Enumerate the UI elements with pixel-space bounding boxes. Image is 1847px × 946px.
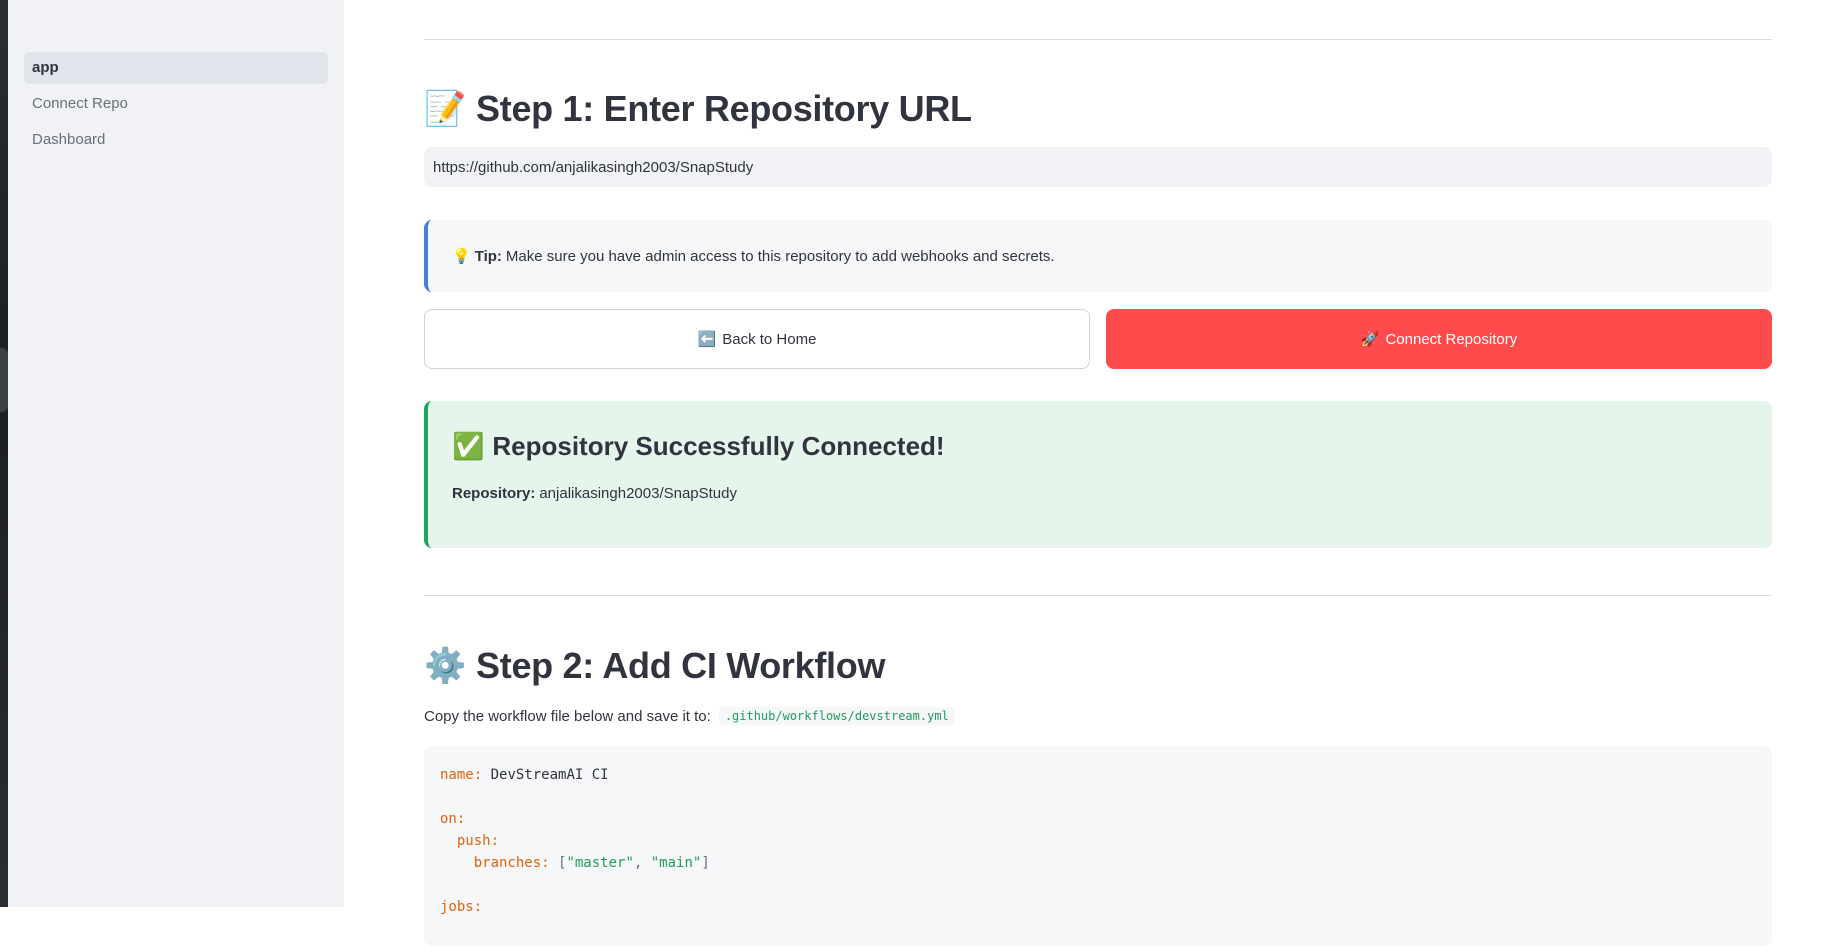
code-key: push: xyxy=(456,833,500,849)
divider xyxy=(424,39,1772,40)
code-line: branches: ["master", "main"] xyxy=(440,852,710,874)
connect-repository-label: Connect Repository xyxy=(1385,330,1518,348)
sidebar-item-dashboard[interactable]: Dashboard xyxy=(24,124,328,156)
success-title-text: Repository Successfully Connected! xyxy=(492,431,945,461)
tip-text: Make sure you have admin access to this … xyxy=(505,247,1055,265)
sidebar-item-connect-repo[interactable]: Connect Repo xyxy=(24,88,328,120)
lightbulb-icon: 💡 xyxy=(452,248,471,265)
code-line: jobs: xyxy=(440,896,710,918)
sidebar-item-app[interactable]: app xyxy=(24,52,328,84)
back-to-home-label: Back to Home xyxy=(722,330,817,348)
workflow-code-block[interactable]: name: DevStreamAI CI on: push: branches:… xyxy=(424,746,1772,946)
workflow-path: .github/workflows/devstream.yml xyxy=(718,707,955,725)
memo-icon: 📝 xyxy=(424,90,467,128)
connect-repository-button[interactable]: 🚀 Connect Repository xyxy=(1106,309,1772,369)
divider xyxy=(424,595,1772,596)
code-bracket: ] xyxy=(701,855,710,871)
workflow-code: name: DevStreamAI CI on: push: branches:… xyxy=(440,764,710,918)
code-key: name: xyxy=(440,767,483,783)
copy-instruction: Copy the workflow file below and save it… xyxy=(424,707,955,725)
code-comma: , xyxy=(633,855,651,871)
back-arrow-icon: ⬅️ xyxy=(697,331,717,348)
sidebar: app Connect Repo Dashboard xyxy=(8,0,344,907)
back-to-home-button[interactable]: ⬅️ Back to Home xyxy=(424,309,1090,369)
repo-value: anjalikasingh2003/SnapStudy xyxy=(539,485,737,502)
step2-heading: ⚙️ Step 2: Add CI Workflow xyxy=(424,645,885,687)
code-key: branches: xyxy=(473,855,550,871)
main-content: 📝 Step 1: Enter Repository URL 💡 Tip: Ma… xyxy=(424,0,1772,946)
window-edge-handle xyxy=(0,348,8,412)
tip-label: Tip: xyxy=(474,247,502,265)
window-edge xyxy=(0,0,8,907)
connected-repo: Repository: anjalikasingh2003/SnapStudy xyxy=(452,485,737,502)
success-title: ✅ Repository Successfully Connected! xyxy=(452,431,945,462)
success-alert: ✅ Repository Successfully Connected! Rep… xyxy=(424,401,1772,548)
code-key: jobs: xyxy=(440,899,483,915)
gear-icon: ⚙️ xyxy=(424,647,467,685)
code-line: name: DevStreamAI CI xyxy=(440,764,710,786)
code-key: on: xyxy=(440,811,466,827)
repo-label: Repository: xyxy=(452,485,536,502)
rocket-icon: 🚀 xyxy=(1360,331,1380,348)
code-line: push: xyxy=(440,830,710,852)
check-icon: ✅ xyxy=(452,431,485,461)
repo-url-input[interactable] xyxy=(424,147,1772,187)
sidebar-nav: app Connect Repo Dashboard xyxy=(24,52,328,160)
code-value: DevStreamAI CI xyxy=(490,767,609,783)
step2-title: Step 2: Add CI Workflow xyxy=(476,645,886,686)
code-string: "main" xyxy=(650,855,702,871)
code-line: on: xyxy=(440,808,710,830)
step1-heading: 📝 Step 1: Enter Repository URL xyxy=(424,88,972,130)
step1-title: Step 1: Enter Repository URL xyxy=(476,88,972,129)
instruction-text: Copy the workflow file below and save it… xyxy=(424,707,711,725)
code-string: "master" xyxy=(566,855,634,871)
tip-box: 💡 Tip: Make sure you have admin access t… xyxy=(424,220,1772,292)
